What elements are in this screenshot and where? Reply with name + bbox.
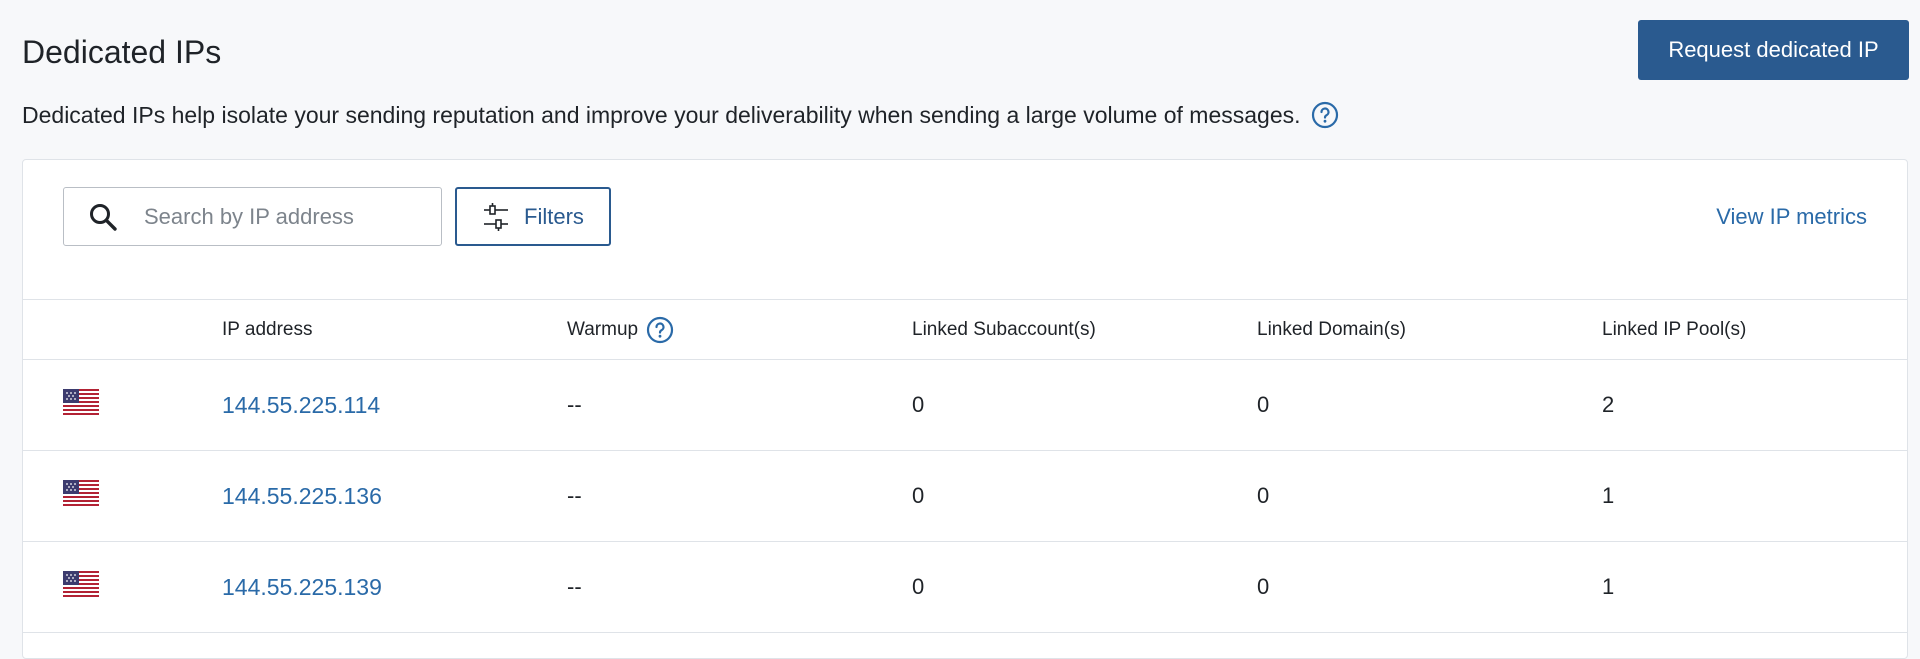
linked-domains-value: 0 bbox=[1257, 574, 1270, 599]
table-row: 144.55.225.114 -- 0 0 2 bbox=[23, 359, 1907, 450]
sliders-icon bbox=[484, 202, 509, 231]
column-header-linked-domains[interactable]: Linked Domain(s) bbox=[1257, 300, 1406, 359]
warmup-value: -- bbox=[567, 574, 582, 599]
search-box[interactable] bbox=[63, 187, 442, 246]
search-input[interactable] bbox=[142, 202, 402, 231]
us-flag-icon bbox=[63, 571, 99, 597]
column-header-warmup-label: Warmup bbox=[567, 318, 639, 340]
table-bottom-border bbox=[23, 632, 1907, 633]
search-icon bbox=[90, 203, 117, 231]
request-dedicated-ip-button[interactable]: Request dedicated IP bbox=[1638, 20, 1909, 80]
column-header-ip-address[interactable]: IP address bbox=[222, 300, 312, 359]
filters-label: Filters bbox=[524, 203, 584, 229]
page-title: Dedicated IPs bbox=[22, 34, 222, 70]
ip-address-link[interactable]: 144.55.225.114 bbox=[222, 392, 380, 419]
linked-subaccounts-value: 0 bbox=[912, 483, 925, 508]
help-icon[interactable] bbox=[1311, 101, 1339, 129]
linked-domains-value: 0 bbox=[1257, 392, 1270, 417]
column-header-linked-ip-pools[interactable]: Linked IP Pool(s) bbox=[1602, 300, 1746, 359]
us-flag-icon bbox=[63, 389, 99, 415]
page-description: Dedicated IPs help isolate your sending … bbox=[22, 98, 1339, 132]
view-ip-metrics-link[interactable]: View IP metrics bbox=[1716, 204, 1867, 230]
filters-button[interactable]: Filters bbox=[455, 187, 611, 246]
warmup-value: -- bbox=[567, 483, 582, 508]
linked-ip-pools-value: 1 bbox=[1602, 574, 1615, 599]
table-header-row: IP address Warmup Linked Subaccount(s) L… bbox=[23, 299, 1907, 359]
help-icon[interactable] bbox=[646, 316, 674, 344]
linked-subaccounts-value: 0 bbox=[912, 392, 925, 417]
linked-ip-pools-value: 1 bbox=[1602, 483, 1615, 508]
linked-domains-value: 0 bbox=[1257, 483, 1270, 508]
column-header-linked-subaccounts[interactable]: Linked Subaccount(s) bbox=[912, 300, 1096, 359]
us-flag-icon bbox=[63, 480, 99, 506]
ip-address-link[interactable]: 144.55.225.139 bbox=[222, 574, 382, 601]
linked-subaccounts-value: 0 bbox=[912, 574, 925, 599]
table-row: 144.55.225.136 -- 0 0 1 bbox=[23, 450, 1907, 541]
table-row: 144.55.225.139 -- 0 0 1 bbox=[23, 541, 1907, 632]
linked-ip-pools-value: 2 bbox=[1602, 392, 1615, 417]
ip-list-card: Filters View IP metrics IP address Warmu… bbox=[22, 159, 1908, 659]
ip-table: IP address Warmup Linked Subaccount(s) L… bbox=[23, 299, 1907, 633]
warmup-value: -- bbox=[567, 392, 582, 417]
column-header-warmup: Warmup bbox=[567, 300, 674, 359]
ip-address-link[interactable]: 144.55.225.136 bbox=[222, 483, 382, 510]
description-text: Dedicated IPs help isolate your sending … bbox=[22, 102, 1301, 128]
